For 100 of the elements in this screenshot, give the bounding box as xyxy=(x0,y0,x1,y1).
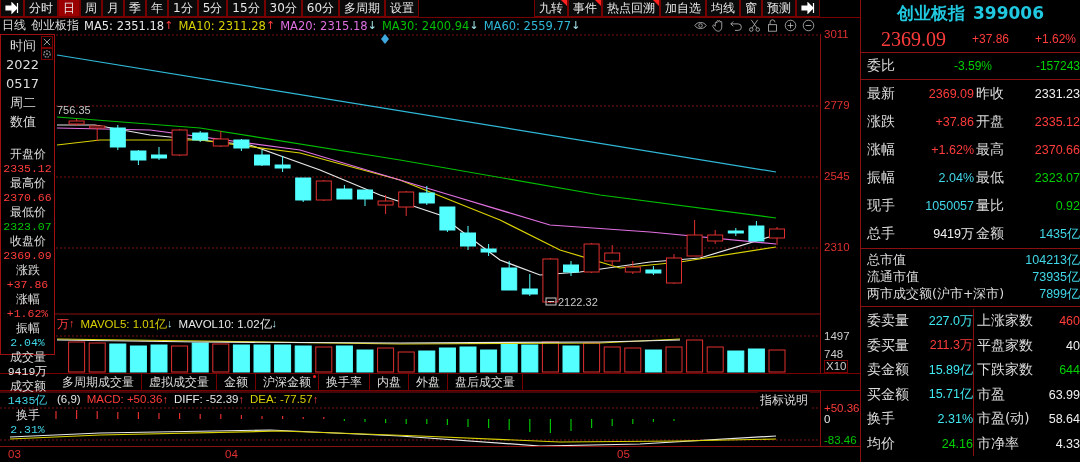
field-value: 2.04% xyxy=(10,335,45,350)
candlestick xyxy=(212,130,229,147)
date-axis-label: 03 xyxy=(8,447,21,460)
stat-value: 15.89亿 xyxy=(927,361,973,379)
candlestick xyxy=(89,124,106,141)
price-axis-label: 3011 xyxy=(824,27,849,40)
stat-value: 460 xyxy=(1058,314,1080,329)
period-tab[interactable]: 多周期 xyxy=(339,0,386,17)
toolbar-button[interactable]: 均线 xyxy=(706,0,740,17)
field-label: 最低价 xyxy=(9,205,46,220)
volume-indicator-value: MAVOL5: 1.01亿 xyxy=(80,316,168,332)
stat-label: 最新 xyxy=(867,85,896,103)
close-icon[interactable] xyxy=(41,36,53,48)
candlestick xyxy=(727,227,744,236)
volume-indicator-value: MAVOL10: 1.02亿 xyxy=(178,316,272,332)
candlestick xyxy=(377,194,394,214)
settings-icon[interactable] xyxy=(41,48,53,60)
stat-value: -157243 xyxy=(1034,59,1080,73)
zoom-out-icon[interactable] xyxy=(802,19,815,33)
stat-label: 金额 xyxy=(975,225,1005,243)
info-text: 2022 xyxy=(5,56,40,74)
stat-value: 227.0万 xyxy=(927,312,973,330)
period-tab[interactable]: 60分 xyxy=(301,0,340,17)
field-value: +1.62% xyxy=(6,306,49,321)
candlestick xyxy=(542,257,559,303)
stat-value: 7899亿 xyxy=(1039,286,1080,303)
lock-icon[interactable] xyxy=(766,19,779,33)
field-value: 1435亿 xyxy=(7,393,48,408)
period-tab[interactable]: 分时 xyxy=(24,0,58,17)
price-axis-label: 2779 xyxy=(824,98,850,111)
period-tab[interactable]: 设置 xyxy=(385,0,420,17)
toolbar-button[interactable]: 加自选 xyxy=(660,0,706,17)
index-name: 创业板指 xyxy=(31,18,79,34)
stat-value: 63.99 xyxy=(1047,387,1080,402)
info-text: 周二 xyxy=(9,94,36,112)
candlestick xyxy=(583,242,600,273)
period-tab[interactable]: 月 xyxy=(102,0,124,17)
period-tab[interactable]: 日 xyxy=(58,0,80,17)
period-tab[interactable]: 周 xyxy=(80,0,102,17)
period-tab[interactable]: 季 xyxy=(124,0,146,17)
candlestick xyxy=(563,260,579,276)
stat-value: 9419万 xyxy=(932,225,974,243)
expand-button[interactable] xyxy=(796,0,820,17)
period-tab[interactable]: 30分 xyxy=(264,0,302,17)
stat-value: 2323.07 xyxy=(1033,171,1080,185)
trend-arrow: ↑ xyxy=(312,392,319,405)
stat-label: 均价 xyxy=(867,434,896,453)
period-tab[interactable]: 1分 xyxy=(168,0,198,17)
hand-icon[interactable] xyxy=(712,19,725,33)
toolbar-button[interactable]: 九转 xyxy=(534,0,568,17)
arrow-bar-icon xyxy=(801,2,815,14)
price-axis-label: 2310 xyxy=(824,240,850,253)
candlestick xyxy=(171,128,188,156)
period-tab[interactable]: 5分 xyxy=(197,0,228,17)
field-label: 成交额 xyxy=(9,379,46,394)
stat-label: 委比 xyxy=(867,57,896,75)
candlestick xyxy=(418,185,435,205)
field-value: 2.31% xyxy=(10,422,45,437)
trend-arrow: ↑ xyxy=(164,18,174,33)
field-label: 换手 xyxy=(15,408,40,423)
period-label: 日线 xyxy=(2,18,26,34)
stat-label: 委卖量 xyxy=(867,312,910,331)
stat-value: 2369.09 xyxy=(927,87,974,101)
trend-arrow: ↓ xyxy=(271,316,278,329)
toolbar-button[interactable]: 事件 xyxy=(568,0,602,17)
marker-icon xyxy=(381,33,389,44)
period-tab[interactable]: 15分 xyxy=(227,0,265,17)
toolbar-button[interactable]: 预测 xyxy=(762,0,796,17)
candlestick xyxy=(501,260,518,290)
index-name: 创业板指 xyxy=(897,1,965,25)
stat-label: 最低 xyxy=(975,169,1005,187)
low-price-label: 2122.32 xyxy=(558,295,598,308)
stat-label: 最高 xyxy=(975,141,1005,159)
moving-average-value: MA5: 2351.18 xyxy=(84,18,165,33)
scissors-icon[interactable] xyxy=(748,19,761,33)
toolbar-button[interactable]: 窗 xyxy=(740,0,762,17)
candlestick xyxy=(480,243,497,256)
candlestick xyxy=(645,265,662,275)
trend-arrow: ↓ xyxy=(469,18,479,33)
macd-axis-label: +50.36 xyxy=(824,401,860,414)
field-value: 2369.09 xyxy=(3,248,52,263)
candlestick xyxy=(460,225,476,250)
undo-icon[interactable] xyxy=(730,19,743,33)
period-tab[interactable]: 年 xyxy=(146,0,168,17)
field-value: 2323.07 xyxy=(3,219,52,234)
field-label: 收盘价 xyxy=(9,234,46,249)
candlestick xyxy=(439,206,456,232)
stat-value: +37.86 xyxy=(934,115,974,129)
collapse-button[interactable] xyxy=(0,0,24,17)
candlestick xyxy=(109,124,126,150)
stat-label: 总市值 xyxy=(867,252,906,269)
stat-value: 2.31% xyxy=(936,412,973,427)
stat-value: +1.62% xyxy=(930,143,974,157)
low-marker-icon xyxy=(545,297,557,305)
candlestick xyxy=(521,273,538,296)
stat-value: -3.59% xyxy=(952,59,992,73)
candlestick xyxy=(686,219,703,256)
toolbar-button[interactable]: 热点回溯 xyxy=(602,0,660,17)
trend-arrow: ↑ xyxy=(69,316,75,329)
zoom-in-icon[interactable] xyxy=(784,19,797,33)
